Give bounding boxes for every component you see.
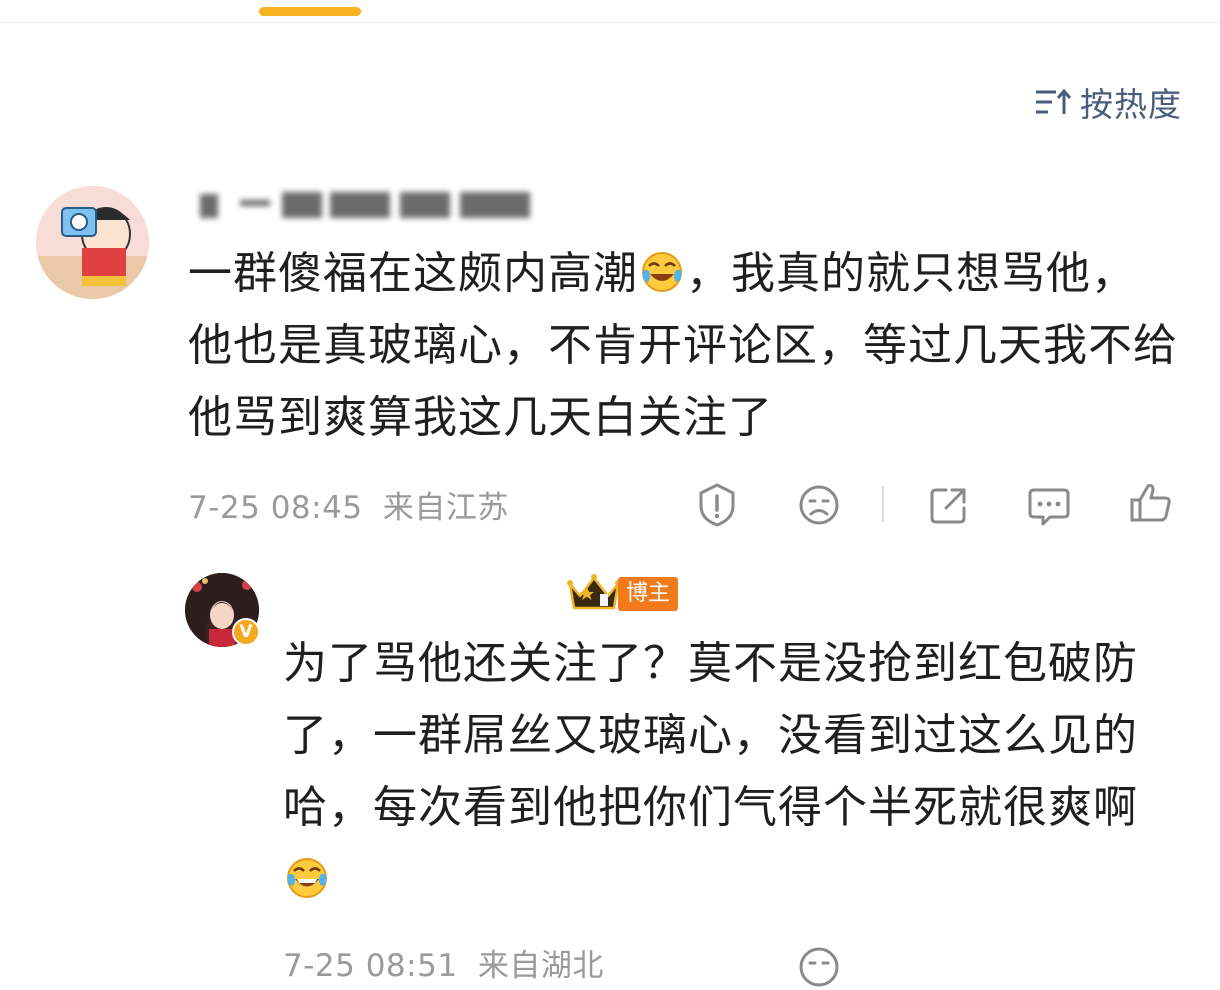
sort-label: 按热度 bbox=[1080, 85, 1182, 124]
like-icon[interactable] bbox=[1128, 480, 1174, 526]
comment-text-part-1: 一群傻福在这颇内高潮 bbox=[188, 248, 638, 299]
active-tab-indicator bbox=[259, 7, 361, 16]
comment-text: 一群傻福在这颇内高潮 ，我真的就只想骂他，他也是真玻璃心，不肯开评论区，等过几天… bbox=[188, 238, 1178, 454]
crown-icon bbox=[566, 572, 622, 616]
author-badge-label: 博主 bbox=[618, 577, 679, 611]
sort-by-hot-button[interactable]: 按热度 bbox=[1034, 80, 1182, 124]
author-badge: 博主 bbox=[566, 572, 679, 616]
report-icon[interactable] bbox=[694, 482, 740, 528]
reply-location: 来自湖北 bbox=[477, 948, 604, 984]
sort-icon bbox=[1034, 87, 1072, 117]
commenter-username-redacted[interactable] bbox=[190, 188, 540, 222]
comment-location: 来自江苏 bbox=[382, 490, 509, 526]
reply-dislike-face-icon[interactable] bbox=[796, 944, 842, 990]
top-divider bbox=[0, 22, 1220, 23]
comment-timestamp: 7-25 08:45 bbox=[188, 490, 363, 526]
comment-icon[interactable] bbox=[1026, 482, 1072, 528]
comment-meta: 7-25 08:45 来自江苏 bbox=[188, 482, 509, 527]
commenter-avatar[interactable] bbox=[36, 186, 149, 299]
action-divider bbox=[882, 486, 884, 522]
reply-timestamp: 7-25 08:51 bbox=[283, 948, 458, 984]
reply-meta: 7-25 08:51 来自湖北 bbox=[283, 940, 604, 985]
share-icon[interactable] bbox=[926, 482, 972, 528]
crying-laughing-emoji-icon bbox=[640, 244, 684, 292]
dislike-face-icon[interactable] bbox=[796, 482, 842, 528]
reply-text: 为了骂他还关注了？莫不是没抢到红包破防了，一群屌丝又玻璃心，没看到过这么见的哈，… bbox=[283, 628, 1183, 916]
reply-text-body: 为了骂他还关注了？莫不是没抢到红包破防了，一群屌丝又玻璃心，没看到过这么见的哈，… bbox=[283, 638, 1138, 833]
laughing-tears-emoji-icon bbox=[285, 850, 329, 898]
verified-badge-icon: V bbox=[232, 618, 260, 646]
